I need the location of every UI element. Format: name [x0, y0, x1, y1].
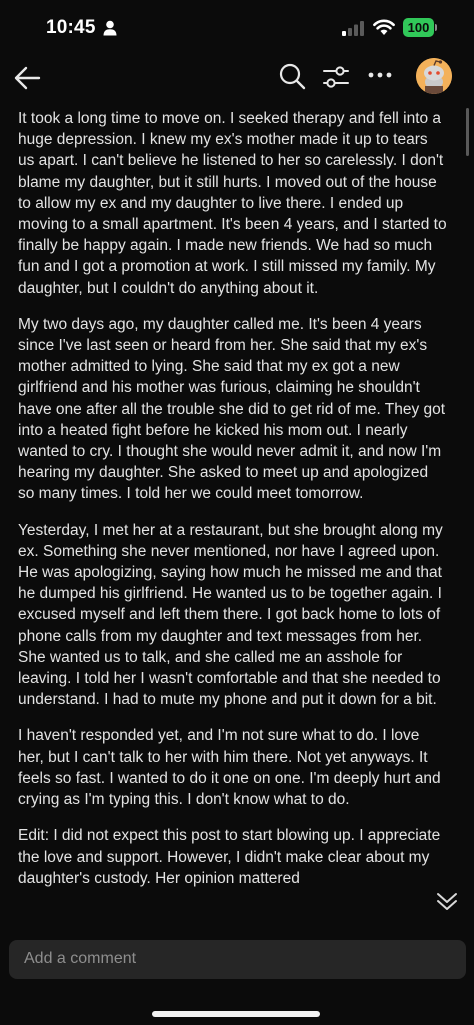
comment-input[interactable]: Add a comment — [9, 940, 466, 979]
post-paragraph: I haven't responded yet, and I'm not sur… — [18, 727, 441, 809]
cellular-signal-icon — [342, 21, 364, 36]
post-body: It took a long time to move on. I seeked… — [18, 108, 448, 930]
double-chevron-down-icon[interactable] — [434, 888, 460, 914]
battery-indicator: 100 — [403, 18, 437, 37]
home-indicator[interactable] — [152, 1011, 320, 1017]
content-fade — [0, 904, 474, 932]
post-paragraph: Edit: I did not expect this post to star… — [18, 827, 441, 887]
status-time: 10:45 — [46, 17, 96, 38]
comment-placeholder: Add a comment — [24, 950, 137, 967]
scrollbar-thumb[interactable] — [466, 108, 469, 156]
post-paragraph: Yesterday, I met her at a restaurant, bu… — [18, 521, 443, 709]
avatar[interactable] — [416, 58, 452, 94]
wifi-icon — [373, 19, 395, 35]
battery-level: 100 — [403, 18, 434, 37]
status-bar: 10:45 100 — [0, 0, 474, 56]
sliders-icon[interactable] — [322, 64, 350, 90]
arrow-left-icon[interactable] — [12, 63, 42, 93]
post-paragraph: It took a long time to move on. I seeked… — [18, 110, 447, 297]
search-icon[interactable] — [278, 62, 306, 90]
battery-tip — [435, 24, 437, 31]
more-horizontal-icon[interactable] — [368, 71, 392, 79]
post-nav-bar — [0, 56, 474, 102]
person-icon — [103, 20, 117, 36]
snoo-avatar-icon — [416, 58, 452, 94]
post-paragraph: My two days ago, my daughter called me. … — [18, 315, 446, 503]
